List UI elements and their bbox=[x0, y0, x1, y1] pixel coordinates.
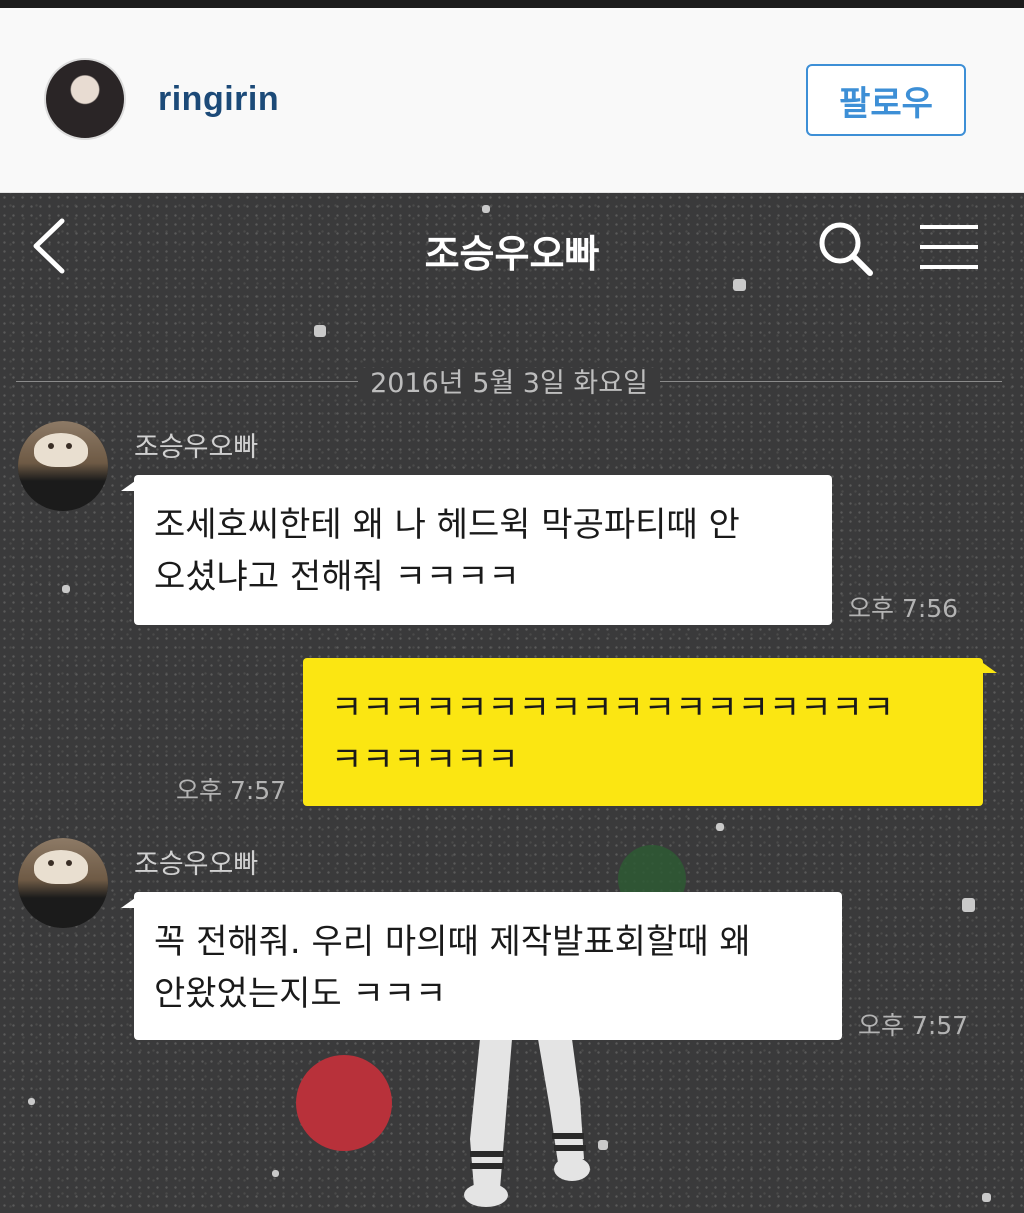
message-time: 오후 7:57 bbox=[858, 1011, 969, 1040]
profile-username[interactable]: ringirin bbox=[158, 80, 279, 119]
date-divider: 2016년 5월 3일 화요일 bbox=[16, 361, 1002, 401]
star-decoration bbox=[982, 1193, 991, 1202]
star-decoration bbox=[733, 279, 746, 291]
message-line: 오셨냐고 전해줘 ㅋㅋㅋㅋ bbox=[154, 557, 520, 597]
follow-button[interactable]: 팔로우 bbox=[806, 64, 966, 136]
star-decoration bbox=[482, 205, 490, 213]
status-bar-edge bbox=[0, 0, 1024, 8]
message-line: 꼭 전해줘. 우리 마의때 제작발표회할때 왜 bbox=[154, 922, 751, 962]
message-time: 오후 7:57 bbox=[176, 776, 287, 805]
friend-avatar[interactable] bbox=[18, 838, 108, 928]
instagram-post-header: ringirin 팔로우 bbox=[0, 8, 1024, 193]
message-line: 안왔었는지도 ㅋㅋㅋ bbox=[154, 974, 447, 1014]
kakao-chat-screenshot: 조승우오빠 2016년 5월 3일 화요일 조승우오빠 조세호씨한테 왜 나 헤… bbox=[0, 193, 1024, 1213]
star-decoration bbox=[272, 1170, 279, 1177]
hamburger-menu-icon[interactable] bbox=[918, 223, 980, 271]
bubble-tail bbox=[121, 481, 135, 491]
sender-name: 조승우오빠 bbox=[134, 849, 259, 880]
search-icon[interactable] bbox=[816, 219, 876, 279]
date-divider-text: 2016년 5월 3일 화요일 bbox=[358, 368, 660, 399]
star-decoration bbox=[716, 823, 724, 831]
bubble-tail bbox=[121, 898, 135, 908]
star-decoration bbox=[314, 325, 326, 337]
red-planet-decoration bbox=[296, 1055, 392, 1151]
message-bubble-received[interactable]: 조세호씨한테 왜 나 헤드윅 막공파티때 안 오셨냐고 전해줘 ㅋㅋㅋㅋ bbox=[134, 475, 832, 625]
message-line: 조세호씨한테 왜 나 헤드윅 막공파티때 안 bbox=[154, 505, 740, 545]
message-bubble-received[interactable]: 꼭 전해줘. 우리 마의때 제작발표회할때 왜 안왔었는지도 ㅋㅋㅋ bbox=[134, 892, 842, 1040]
date-divider-container: 2016년 5월 3일 화요일 bbox=[16, 361, 1002, 400]
message-bubble-sent[interactable]: ㅋㅋㅋㅋㅋㅋㅋㅋㅋㅋㅋㅋㅋㅋㅋㅋㅋㅋ ㅋㅋㅋㅋㅋㅋ bbox=[303, 658, 983, 806]
astronaut-legs-decoration bbox=[464, 1039, 590, 1207]
star-decoration bbox=[62, 585, 70, 593]
message-time: 오후 7:56 bbox=[848, 594, 959, 623]
profile-avatar[interactable] bbox=[44, 58, 126, 140]
message-line: ㅋㅋㅋㅋㅋㅋ bbox=[331, 740, 519, 780]
bubble-tail bbox=[983, 663, 997, 673]
sender-name: 조승우오빠 bbox=[134, 432, 259, 463]
star-decoration bbox=[962, 898, 975, 912]
message-line: ㅋㅋㅋㅋㅋㅋㅋㅋㅋㅋㅋㅋㅋㅋㅋㅋㅋㅋ bbox=[331, 688, 895, 728]
friend-avatar[interactable] bbox=[18, 421, 108, 511]
star-decoration bbox=[28, 1098, 35, 1105]
